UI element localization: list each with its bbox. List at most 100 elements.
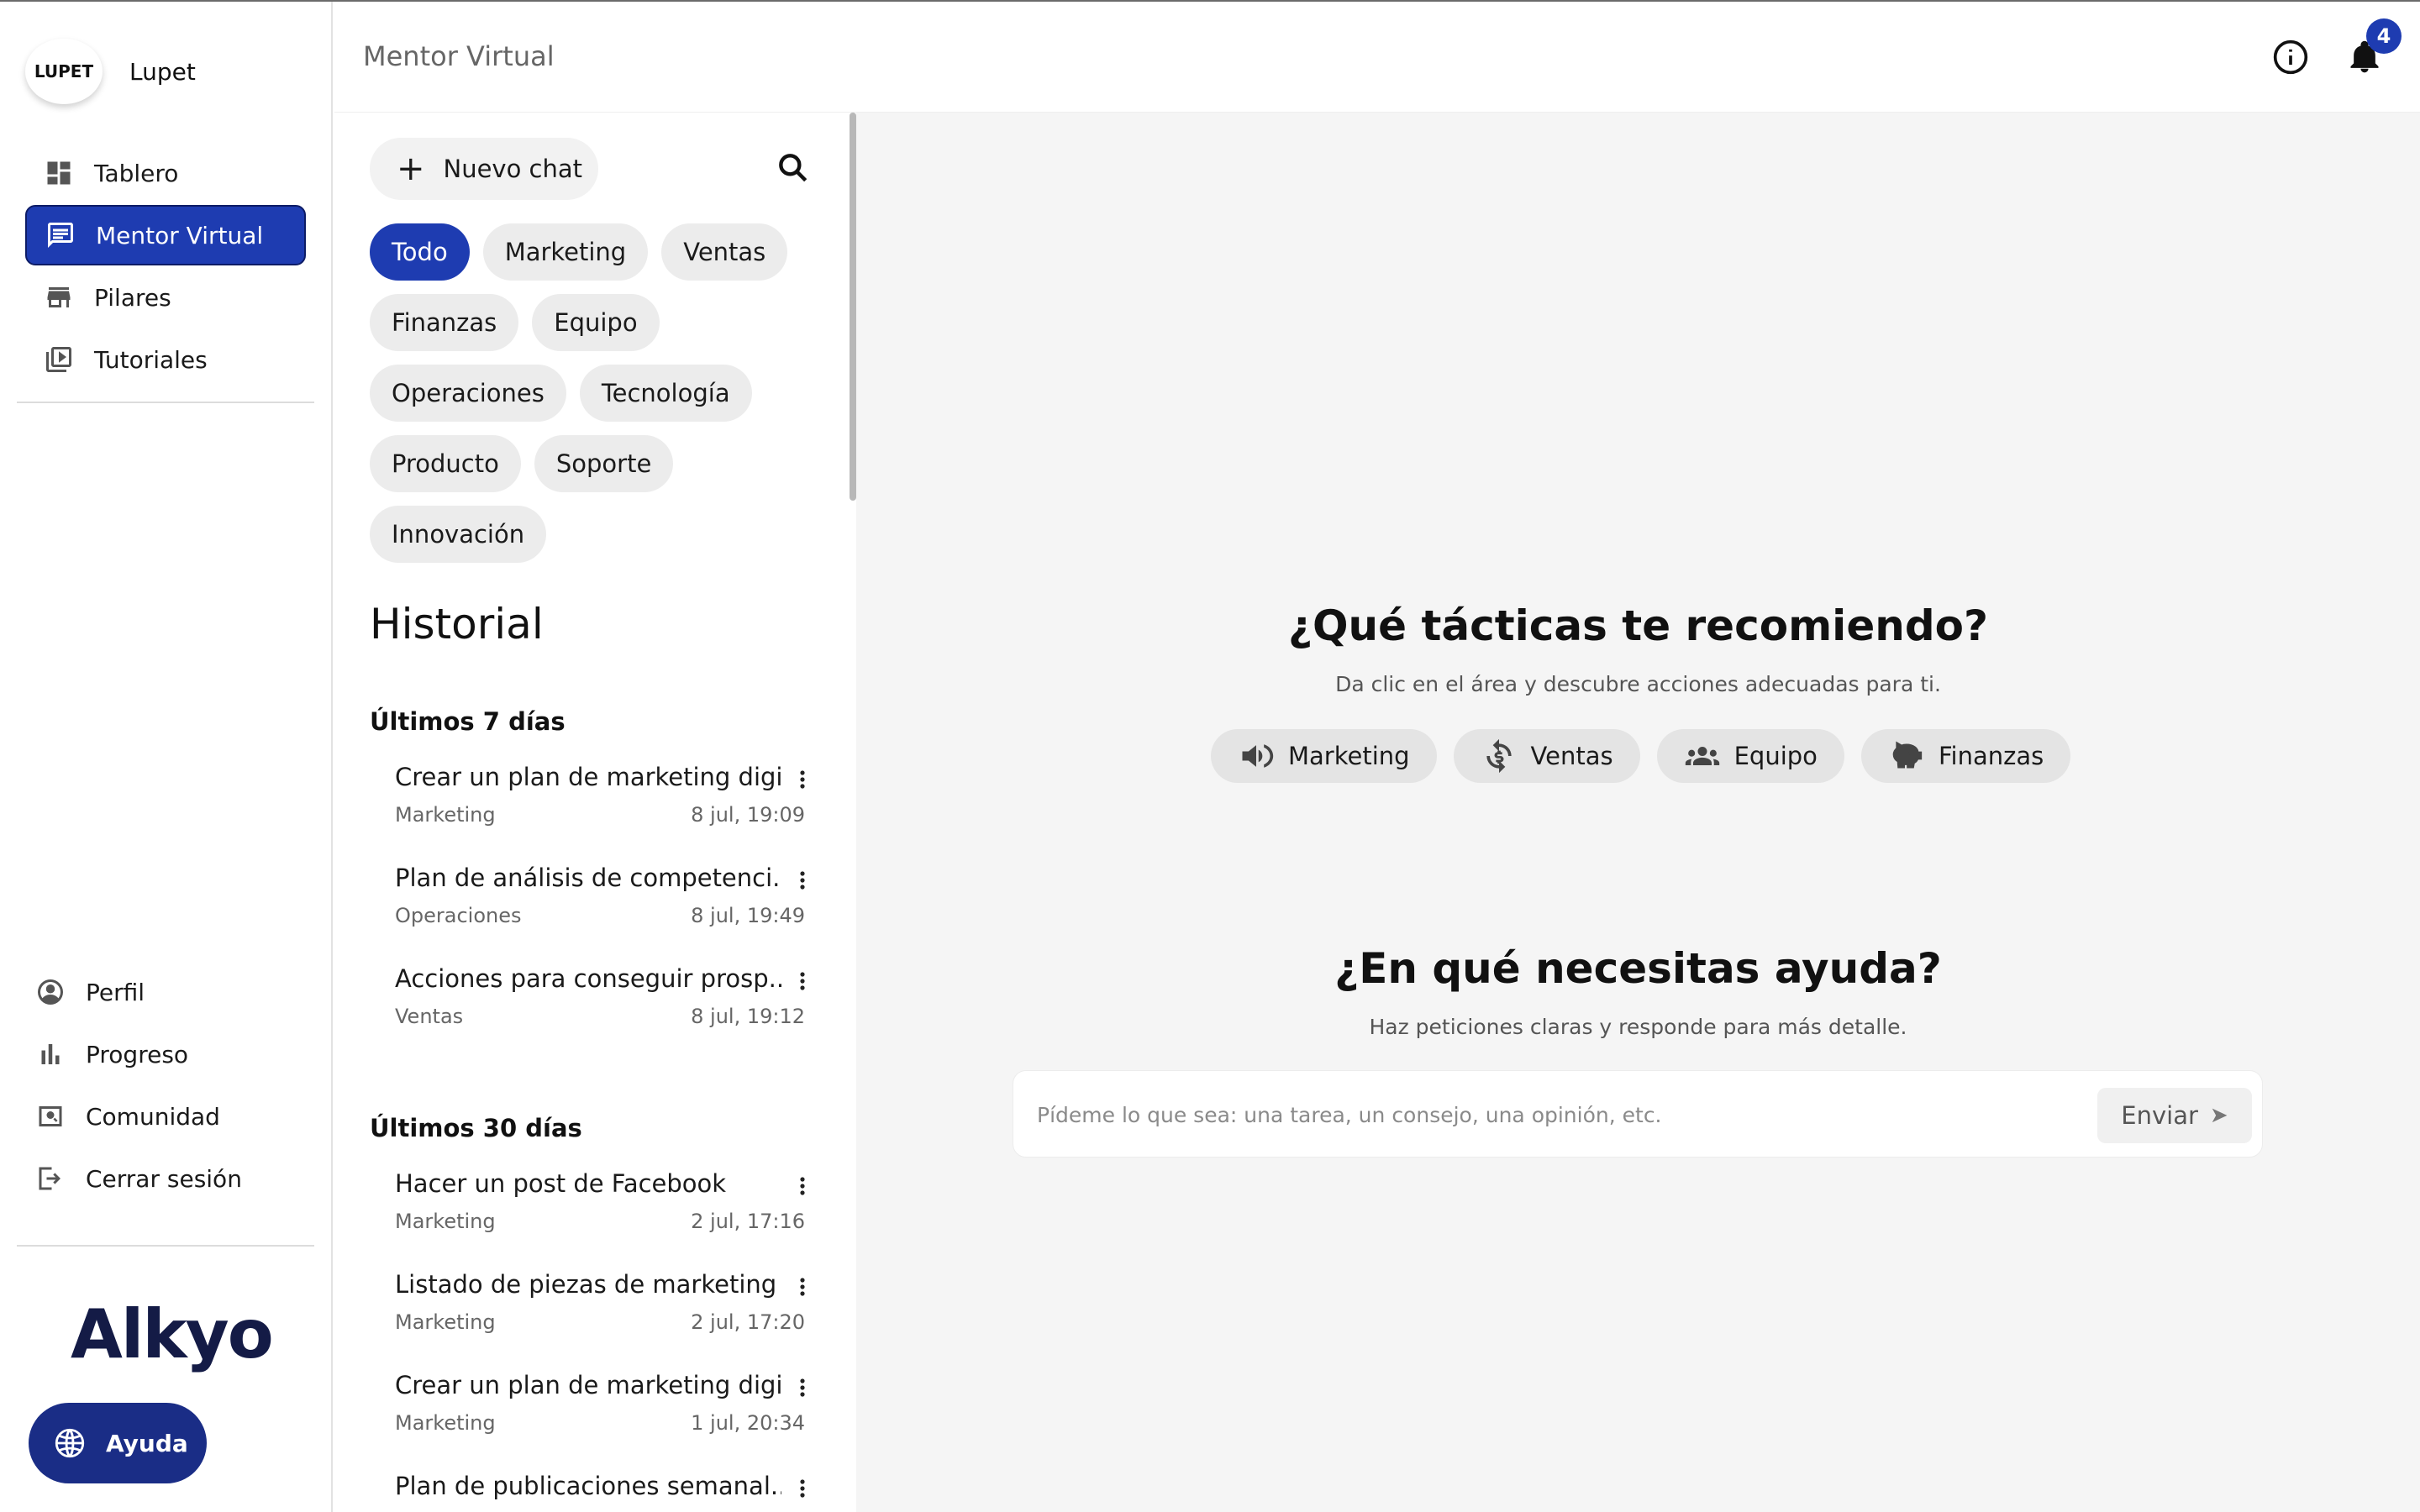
sidebar: LUPET Lupet Tablero Mentor Virtual Pilar… bbox=[0, 2, 333, 1512]
sidebar-item-pilares[interactable]: Pilares bbox=[25, 267, 306, 328]
history-item-date: 1 jul, 20:34 bbox=[691, 1411, 805, 1435]
more-vert-icon[interactable] bbox=[798, 1277, 807, 1297]
history-item[interactable]: Plan de análisis de competenci... Operac… bbox=[370, 858, 807, 959]
logout-icon bbox=[39, 1167, 60, 1190]
chat-icon bbox=[48, 223, 73, 248]
tactics-subtitle: Da clic en el área y descubre acciones a… bbox=[1335, 672, 1941, 696]
history-item[interactable]: Acciones para conseguir prosp... Ventas 8… bbox=[370, 959, 807, 1060]
info-icon[interactable] bbox=[2272, 39, 2309, 76]
group-icon bbox=[1685, 747, 1719, 765]
sidebar-item-label: Perfil bbox=[86, 978, 145, 1006]
history-item-title: Plan de análisis de competenci... bbox=[395, 864, 781, 892]
sidebar-item-label: Progreso bbox=[86, 1040, 189, 1068]
nav-divider bbox=[17, 1245, 314, 1247]
brand[interactable]: LUPET Lupet bbox=[25, 39, 196, 104]
filter-chip-todo[interactable]: Todo bbox=[370, 223, 470, 281]
new-chat-button[interactable]: + Nuevo chat bbox=[370, 138, 598, 200]
sidebar-item-label: Cerrar sesión bbox=[86, 1164, 242, 1193]
sidebar-item-label: Pilares bbox=[94, 283, 171, 312]
globe-icon bbox=[55, 1428, 85, 1458]
sidebar-item-tablero[interactable]: Tablero bbox=[25, 143, 306, 203]
sidebar-item-comunidad[interactable]: Comunidad bbox=[25, 1086, 306, 1147]
search-icon[interactable] bbox=[775, 150, 812, 186]
history-item-category: Marketing bbox=[395, 1210, 496, 1233]
history-item[interactable]: Plan de publicaciones semanal... bbox=[370, 1467, 807, 1512]
help-subtitle: Haz peticiones claras y responde para má… bbox=[1369, 1015, 1907, 1039]
history-title: Historial bbox=[370, 600, 544, 648]
page-title: Mentor Virtual bbox=[363, 40, 555, 72]
alkyo-logo: Alkyo bbox=[71, 1295, 274, 1373]
history-item-category: Marketing bbox=[395, 1411, 496, 1435]
main-nav: Tablero Mentor Virtual Pilares Tutoriale… bbox=[25, 143, 306, 391]
tactic-button-finanzas[interactable]: Finanzas bbox=[1860, 729, 2071, 783]
piggy-bank-icon bbox=[1892, 741, 1923, 769]
more-vert-icon[interactable] bbox=[798, 769, 807, 790]
chat-list-scrollbar[interactable] bbox=[850, 113, 856, 501]
nav-divider bbox=[17, 402, 314, 403]
help-button[interactable]: Ayuda bbox=[29, 1403, 207, 1483]
help-button-label: Ayuda bbox=[106, 1429, 188, 1457]
brand-name: Lupet bbox=[129, 57, 196, 86]
new-chat-label: Nuevo chat bbox=[443, 155, 583, 183]
secondary-nav: Perfil Progreso Comunidad Cerrar sesión bbox=[25, 962, 306, 1210]
tactic-button-marketing[interactable]: Marketing bbox=[1211, 729, 1437, 783]
history-item-title: Crear un plan de marketing digi... bbox=[395, 1371, 781, 1399]
tactic-label: Ventas bbox=[1530, 742, 1613, 770]
dashboard-icon bbox=[47, 161, 71, 185]
filter-chip-innovacion[interactable]: Innovación bbox=[370, 506, 547, 563]
top-header: Mentor Virtual 4 bbox=[334, 2, 2420, 113]
filter-chip-finanzas[interactable]: Finanzas bbox=[370, 294, 519, 351]
send-icon: ➤ bbox=[2209, 1103, 2228, 1128]
sidebar-item-mentor-virtual[interactable]: Mentor Virtual bbox=[25, 205, 306, 265]
filter-chip-ventas[interactable]: Ventas bbox=[661, 223, 788, 281]
history-item-title: Acciones para conseguir prosp... bbox=[395, 964, 781, 993]
history-item[interactable]: Hacer un post de Facebook Marketing 2 jul… bbox=[370, 1164, 807, 1265]
app-window: LUPET Lupet Tablero Mentor Virtual Pilar… bbox=[0, 0, 2420, 1512]
history-item-date: 8 jul, 19:49 bbox=[691, 904, 805, 927]
more-vert-icon[interactable] bbox=[798, 971, 807, 991]
more-vert-icon[interactable] bbox=[798, 1378, 807, 1398]
filter-chip-equipo[interactable]: Equipo bbox=[532, 294, 660, 351]
history-item-date: 8 jul, 19:12 bbox=[691, 1005, 805, 1028]
sidebar-item-label: Mentor Virtual bbox=[96, 221, 264, 249]
history-group-title: Últimos 30 días bbox=[370, 1114, 582, 1142]
history-item-category: Operaciones bbox=[395, 904, 522, 927]
history-item[interactable]: Crear un plan de marketing digi... Marke… bbox=[370, 1366, 807, 1467]
tactic-button-ventas[interactable]: Ventas bbox=[1453, 729, 1640, 783]
sidebar-item-progreso[interactable]: Progreso bbox=[25, 1024, 306, 1084]
prompt-input[interactable] bbox=[1037, 1095, 2079, 1135]
history-item-date: 2 jul, 17:16 bbox=[691, 1210, 805, 1233]
sidebar-item-cerrar-sesion[interactable]: Cerrar sesión bbox=[25, 1148, 306, 1209]
tactic-label: Equipo bbox=[1733, 742, 1818, 770]
more-vert-icon[interactable] bbox=[798, 870, 807, 890]
history-group-7-days: Últimos 7 días Crear un plan de marketin… bbox=[370, 707, 807, 1060]
community-icon bbox=[39, 1106, 62, 1126]
category-filters: Todo Marketing Ventas Finanzas Equipo Op… bbox=[370, 223, 823, 576]
sidebar-item-perfil[interactable]: Perfil bbox=[25, 962, 306, 1022]
filter-chip-producto[interactable]: Producto bbox=[370, 435, 521, 492]
history-item[interactable]: Crear un plan de marketing digi... Marke… bbox=[370, 758, 807, 858]
history-item-title: Listado de piezas de marketing ... bbox=[395, 1270, 781, 1299]
tactic-label: Finanzas bbox=[1938, 742, 2044, 770]
sidebar-item-tutoriales[interactable]: Tutoriales bbox=[25, 329, 306, 390]
history-group-30-days: Últimos 30 días Hacer un post de Faceboo… bbox=[370, 1114, 807, 1512]
account-circle-icon bbox=[38, 979, 63, 1005]
filter-chip-tecnologia[interactable]: Tecnología bbox=[579, 365, 752, 422]
megaphone-icon bbox=[1242, 744, 1274, 768]
tactics-title: ¿Qué tácticas te recomiendo? bbox=[1288, 601, 1988, 650]
more-vert-icon[interactable] bbox=[798, 1478, 807, 1499]
tactic-button-equipo[interactable]: Equipo bbox=[1656, 729, 1844, 783]
more-vert-icon[interactable] bbox=[798, 1176, 807, 1196]
money-cycle-icon bbox=[1486, 738, 1512, 774]
send-button[interactable]: Enviar ➤ bbox=[2097, 1088, 2252, 1143]
chat-list-panel: + Nuevo chat Todo Marketing Ventas Finan… bbox=[334, 113, 850, 1512]
brand-logo: LUPET bbox=[25, 39, 103, 104]
history-item-category: Ventas bbox=[395, 1005, 464, 1028]
history-item[interactable]: Listado de piezas de marketing ... Marke… bbox=[370, 1265, 807, 1366]
history-group-title: Últimos 7 días bbox=[370, 707, 566, 736]
help-title: ¿En qué necesitas ayuda? bbox=[1334, 944, 1942, 993]
filter-chip-operaciones[interactable]: Operaciones bbox=[370, 365, 566, 422]
filter-chip-soporte[interactable]: Soporte bbox=[534, 435, 674, 492]
plus-icon: + bbox=[397, 150, 425, 188]
filter-chip-marketing[interactable]: Marketing bbox=[482, 223, 649, 281]
